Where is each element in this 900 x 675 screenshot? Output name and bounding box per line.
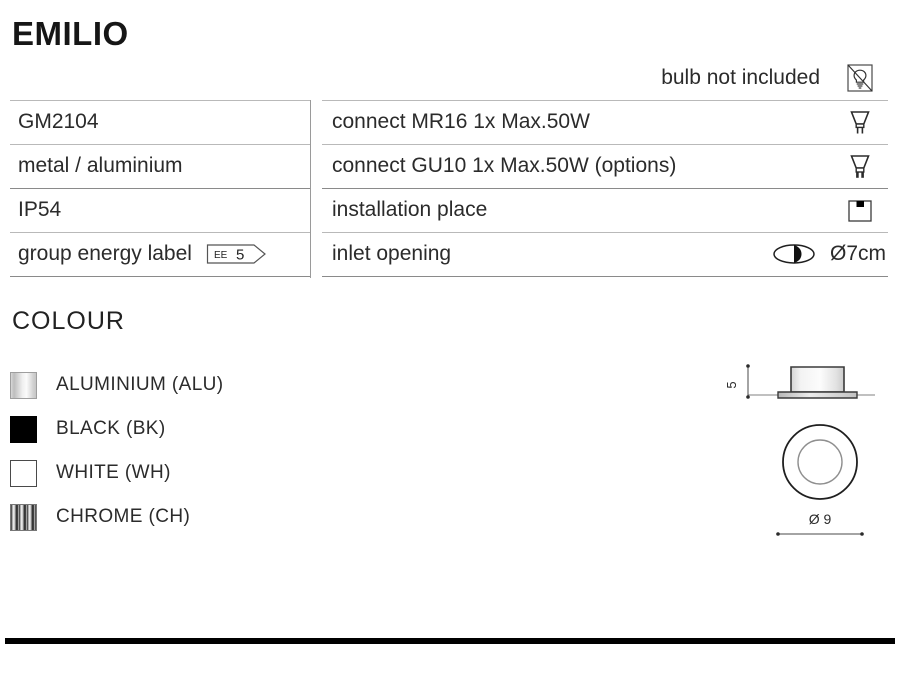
bottom-divider-bar — [5, 638, 895, 644]
spec-cell-inlet-opening: inlet opening Ø7cm — [310, 241, 888, 267]
spec-inlet-opening-value: Ø7cm — [829, 242, 886, 265]
table-rule — [322, 276, 888, 277]
bulb-not-included-row: bulb not included — [310, 58, 888, 98]
spec-cell-connect-gu10: connect GU10 1x Max.50W (options) — [310, 149, 888, 183]
colour-label-chrome: CHROME (CH) — [56, 506, 191, 527]
mr16-lamp-icon — [832, 105, 888, 139]
spec-material-label: metal / aluminium — [18, 154, 183, 177]
table-rule — [10, 276, 310, 277]
table-row: GM2104 connect MR16 1x Max.50W — [10, 100, 888, 144]
spec-connect-mr16-label: connect MR16 1x Max.50W — [332, 110, 590, 133]
specification-table: GM2104 connect MR16 1x Max.50W metal / a… — [10, 100, 888, 278]
colour-label-aluminium: ALUMINIUM (ALU) — [56, 374, 224, 395]
table-row: group energy label EE 5 inlet opening Ø7… — [10, 232, 888, 276]
black-swatch — [10, 415, 37, 443]
diameter-dimension-label: Ø 9 — [809, 511, 832, 527]
colour-item-white[interactable]: WHITE (WH) — [10, 451, 330, 495]
height-dimension-label: 5 — [724, 381, 739, 388]
spec-cell-ip-rating: IP54 — [10, 198, 310, 222]
colour-label-black: BLACK (BK) — [56, 418, 166, 439]
spec-energy-label-text: group energy label — [18, 242, 192, 265]
colour-item-chrome[interactable]: CHROME (CH) — [10, 495, 330, 539]
technical-drawing: 5 Ø 9 — [700, 352, 900, 552]
page-title: EMILIO — [12, 15, 129, 52]
colour-item-black[interactable]: BLACK (BK) — [10, 407, 330, 451]
spec-connect-gu10-label: connect GU10 1x Max.50W (options) — [332, 154, 677, 177]
energy-badge-value: 5 — [236, 247, 244, 264]
colour-list: ALUMINIUM (ALU) BLACK (BK) WHITE (WH) CH… — [10, 363, 330, 539]
spec-model-label: GM2104 — [18, 110, 99, 133]
bulb-not-included-label: bulb not included — [661, 66, 820, 89]
table-row: IP54 installation place — [10, 188, 888, 232]
chrome-swatch — [10, 503, 37, 531]
spec-installation-place-label: installation place — [332, 198, 488, 221]
energy-label-badge: EE 5 — [206, 242, 268, 266]
spec-cell-connect-mr16: connect MR16 1x Max.50W — [310, 105, 888, 139]
spec-inlet-opening-label: inlet opening — [332, 242, 452, 265]
white-swatch — [10, 459, 37, 487]
colour-section-heading: COLOUR — [12, 307, 125, 335]
spec-ip-rating-label: IP54 — [18, 198, 62, 221]
colour-label-white: WHITE (WH) — [56, 462, 171, 483]
inlet-opening-icon — [766, 241, 822, 267]
spec-cell-installation-place: installation place — [310, 195, 888, 225]
bulb-crossed-out-icon — [832, 63, 888, 93]
gu10-lamp-icon — [832, 149, 888, 183]
energy-badge-prefix: EE — [214, 250, 228, 261]
spec-cell-model: GM2104 — [10, 110, 310, 134]
table-row: metal / aluminium connect GU10 1x Max.50… — [10, 144, 888, 188]
ceiling-mount-icon — [832, 195, 888, 225]
spec-cell-material: metal / aluminium — [10, 154, 310, 178]
spec-cell-energy-label: group energy label EE 5 — [10, 242, 310, 266]
aluminium-swatch — [10, 371, 37, 399]
colour-item-aluminium[interactable]: ALUMINIUM (ALU) — [10, 363, 330, 407]
